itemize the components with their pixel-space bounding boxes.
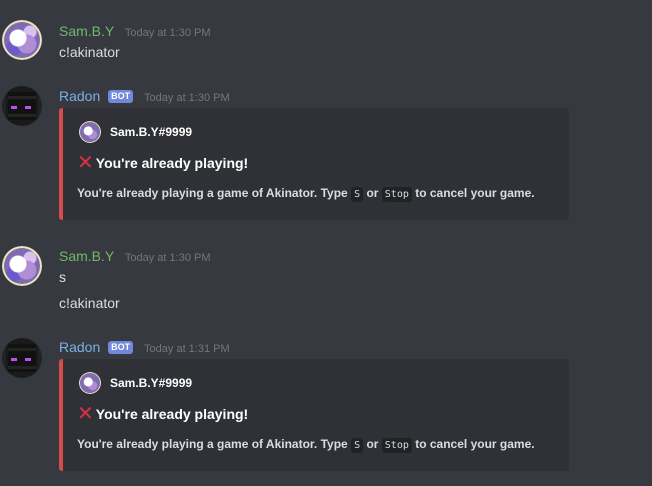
bot-avatar[interactable] [2,86,42,126]
embed: Sam.B.Y#9999 ✕ You're already playing! Y… [59,108,569,220]
desc-text: or [366,437,379,451]
username[interactable]: Sam.B.Y [59,23,114,39]
embed-title-text: You're already playing! [95,406,249,422]
embed-title: ✕ You're already playing! [77,152,249,174]
message-text: s [59,269,66,285]
inline-code: S [351,187,364,202]
embed: Sam.B.Y#9999 ✕ You're already playing! Y… [59,359,569,471]
message-header: Sam.B.Y Today at 1:30 PM [59,23,211,39]
embed-author-name: Sam.B.Y#9999 [110,376,193,390]
bot-avatar[interactable] [2,338,42,378]
user-avatar[interactable] [2,246,42,286]
desc-text: or [366,186,379,200]
inline-code: Stop [381,187,412,202]
inline-code: S [351,438,364,453]
embed-author-avatar [79,372,101,394]
message-text: c!akinator [59,295,120,311]
embed-author: Sam.B.Y#9999 [79,372,192,394]
desc-text: You're already playing a game of Akinato… [77,186,348,200]
embed-author-name: Sam.B.Y#9999 [110,125,193,139]
embed-title-text: You're already playing! [95,155,249,171]
username[interactable]: Radon [59,339,100,355]
timestamp: Today at 1:30 PM [124,252,211,264]
desc-text: to cancel your game. [415,186,535,200]
embed-description: You're already playing a game of Akinato… [77,437,535,453]
chat-messages: Sam.B.Y Today at 1:30 PM c!akinator Rado… [0,0,652,486]
cross-mark-icon: ✕ [77,152,94,174]
bot-badge: BOT [108,341,134,354]
timestamp: Today at 1:30 PM [144,92,230,104]
message-header: Radon BOT Today at 1:31 PM [59,339,230,355]
bot-badge: BOT [108,90,134,103]
embed-author: Sam.B.Y#9999 [79,121,192,143]
embed-description: You're already playing a game of Akinato… [77,186,535,202]
inline-code: Stop [381,438,412,453]
cross-mark-icon: ✕ [77,403,94,425]
message-header: Radon BOT Today at 1:30 PM [59,88,230,104]
embed-title: ✕ You're already playing! [77,403,249,425]
timestamp: Today at 1:31 PM [144,343,230,355]
bot-face-icon [8,92,36,120]
message-text: c!akinator [59,44,120,60]
bot-face-icon [8,344,36,372]
timestamp: Today at 1:30 PM [124,27,211,39]
embed-author-avatar [79,121,101,143]
desc-text: You're already playing a game of Akinato… [77,437,348,451]
message-header: Sam.B.Y Today at 1:30 PM [59,248,211,264]
user-avatar[interactable] [2,20,42,60]
desc-text: to cancel your game. [415,437,535,451]
username[interactable]: Radon [59,88,100,104]
username[interactable]: Sam.B.Y [59,248,114,264]
